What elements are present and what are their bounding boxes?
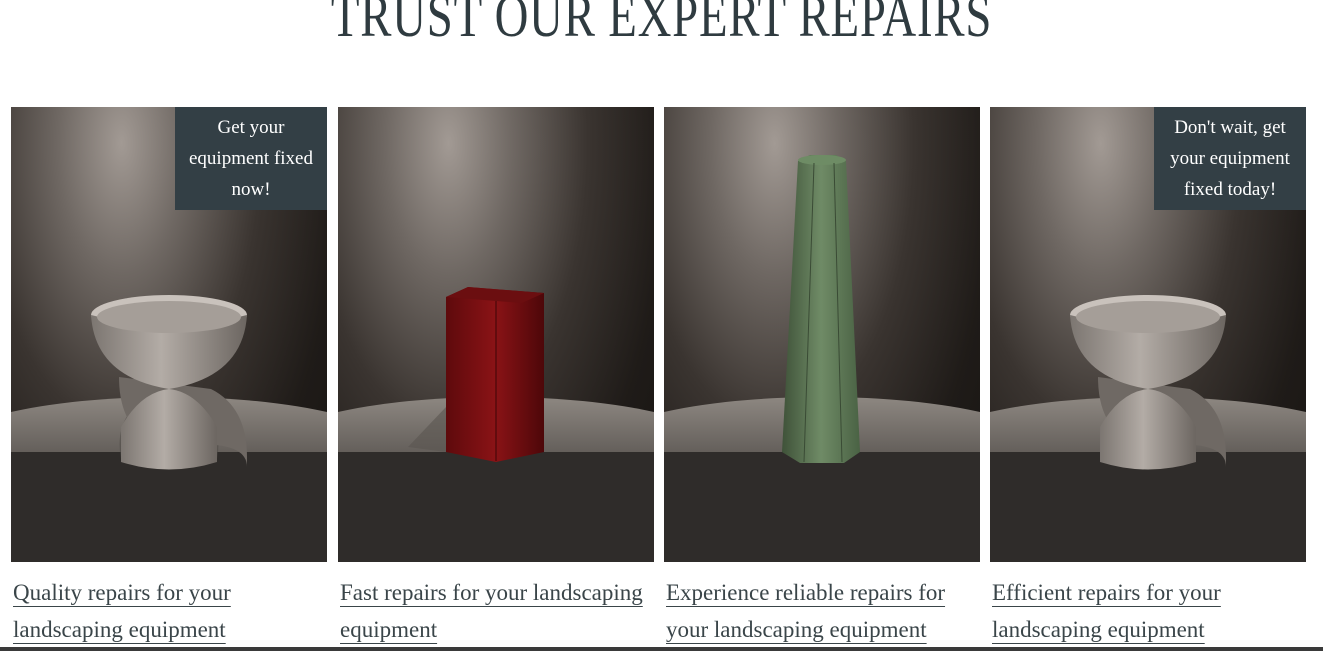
product-card-reliable[interactable]: Experience reliable repairs for your lan…	[664, 107, 980, 648]
promo-badge: Get your equipment fixed now!	[175, 107, 327, 210]
card-caption-link[interactable]: Quality repairs for your landscaping equ…	[11, 574, 327, 648]
product-card-efficient[interactable]: Don't wait, get your equipment fixed tod…	[990, 107, 1306, 648]
card-caption-link[interactable]: Fast repairs for your landscaping equipm…	[338, 574, 654, 648]
product-card-quality[interactable]: Get your equipment fixed now! Quality re…	[11, 107, 327, 648]
card-caption-link[interactable]: Efficient repairs for your landscaping e…	[990, 574, 1306, 648]
product-image-green-vase[interactable]	[664, 107, 980, 562]
bottom-divider	[0, 647, 1323, 651]
product-image-grey-vase[interactable]: Don't wait, get your equipment fixed tod…	[990, 107, 1306, 562]
section-title: TRUST OUR EXPERT REPAIRS	[330, 0, 993, 49]
product-image-grey-vase[interactable]: Get your equipment fixed now!	[11, 107, 327, 562]
product-image-red-vase[interactable]	[338, 107, 654, 562]
card-caption-link[interactable]: Experience reliable repairs for your lan…	[664, 574, 980, 648]
promo-badge: Don't wait, get your equipment fixed tod…	[1154, 107, 1306, 210]
product-card-fast[interactable]: Fast repairs for your landscaping equipm…	[338, 107, 654, 648]
